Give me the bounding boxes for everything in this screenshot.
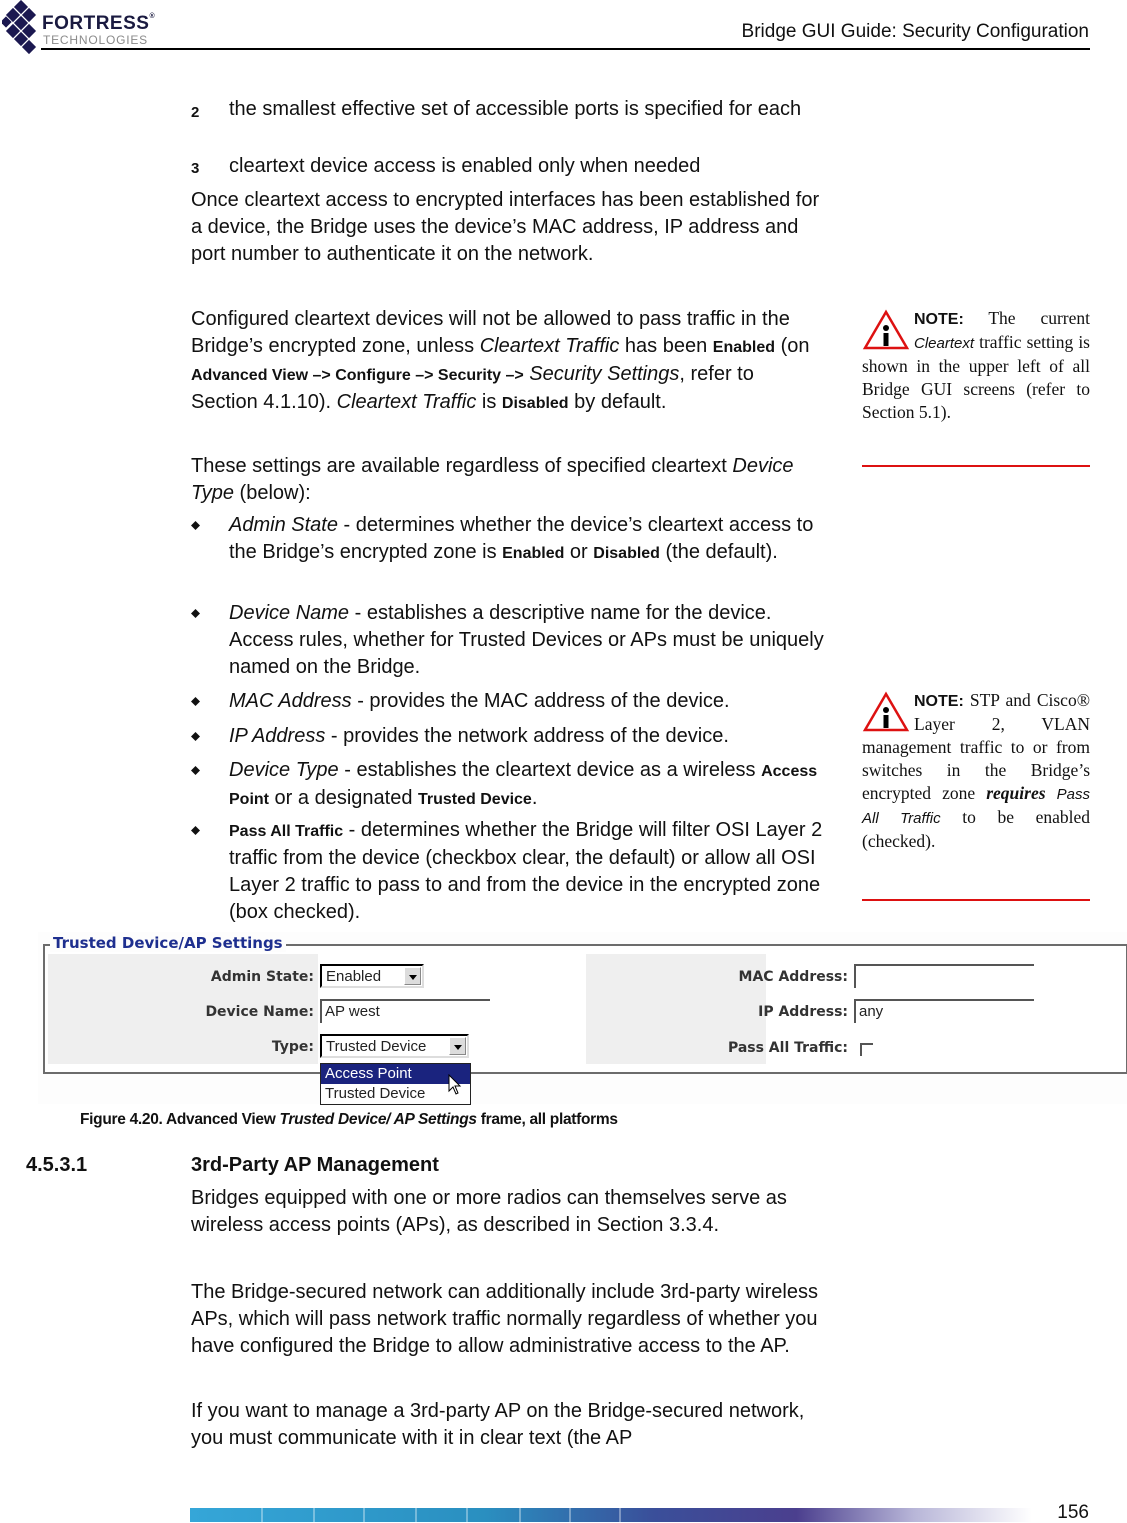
paragraph: The Bridge-secured network can additiona… <box>191 1281 818 1357</box>
warning-info-icon <box>862 309 910 350</box>
footer-decorative-bar <box>190 1508 1032 1522</box>
device-name-input[interactable]: AP west <box>320 999 490 1023</box>
list-number: 2 <box>191 104 200 121</box>
note-cleartext: NOTE: The current Cleartext traffic sett… <box>862 308 1090 422</box>
note-stp-cisco: NOTE: STP and Cisco® Layer 2, VLAN manag… <box>862 690 1091 851</box>
frame-title: Trusted Device/AP Settings <box>50 934 286 952</box>
figure-caption: Figure 4.20. Advanced View Trusted Devic… <box>80 1111 618 1128</box>
note-divider <box>862 465 1090 467</box>
logo-name: FORTRESS <box>42 13 150 34</box>
pass-all-traffic-label: Pass All Traffic: <box>727 1040 848 1056</box>
numbered-item-text: the smallest effective set of accessible… <box>229 98 802 120</box>
logo-subtitle: TECHNOLOGIES <box>43 33 148 47</box>
paragraph: These settings are available regardless … <box>191 455 794 504</box>
note-divider <box>862 899 1090 901</box>
bullet-diamond-icon <box>191 521 200 530</box>
chevron-down-icon <box>404 967 421 985</box>
ip-address-input[interactable]: any <box>854 999 1034 1023</box>
section-number: 4.5.3.1 <box>26 1154 88 1176</box>
trusted-device-settings-figure: Trusted Device/AP Settings Admin State: … <box>38 932 1127 1105</box>
page-number: 156 <box>1057 1502 1089 1523</box>
warning-info-icon <box>862 691 910 732</box>
page-header-title: Bridge GUI Guide: Security Configuration <box>741 21 1089 42</box>
paragraph: Once cleartext access to encrypted inter… <box>191 189 820 265</box>
section-title: 3rd-Party AP Management <box>191 1154 439 1176</box>
header-divider <box>41 48 1090 50</box>
type-select[interactable]: Trusted Device <box>320 1034 469 1058</box>
logo-registered: ® <box>149 13 156 20</box>
numbered-item-text: cleartext device access is enabled only … <box>229 155 701 177</box>
mac-address-input[interactable] <box>854 964 1034 988</box>
bullet-diamond-icon <box>191 697 200 706</box>
bullet-diamond-icon <box>191 732 200 741</box>
mac-address-label: MAC Address: <box>738 969 848 985</box>
paragraph: Configured cleartext devices will not be… <box>191 308 810 413</box>
type-label: Type: <box>271 1039 314 1055</box>
ip-address-label: IP Address: <box>758 1004 848 1020</box>
admin-state-label: Admin State: <box>210 969 314 985</box>
list-number: 3 <box>191 160 200 177</box>
bullet-diamond-icon <box>191 609 200 618</box>
chevron-down-icon <box>449 1037 466 1055</box>
admin-state-select[interactable]: Enabled <box>320 964 424 988</box>
fortress-logo: FORTRESS® TECHNOLOGIES <box>0 0 175 60</box>
device-name-label: Device Name: <box>205 1004 314 1020</box>
mouse-cursor-icon <box>448 1074 462 1095</box>
bullet-diamond-icon <box>191 766 200 775</box>
paragraph: If you want to manage a 3rd-party AP on … <box>191 1400 805 1449</box>
bullet-diamond-icon <box>191 826 200 835</box>
paragraph: Bridges equipped with one or more radios… <box>191 1187 787 1236</box>
pass-all-traffic-checkbox[interactable] <box>860 1043 873 1056</box>
logo-diamonds-icon <box>2 0 37 55</box>
